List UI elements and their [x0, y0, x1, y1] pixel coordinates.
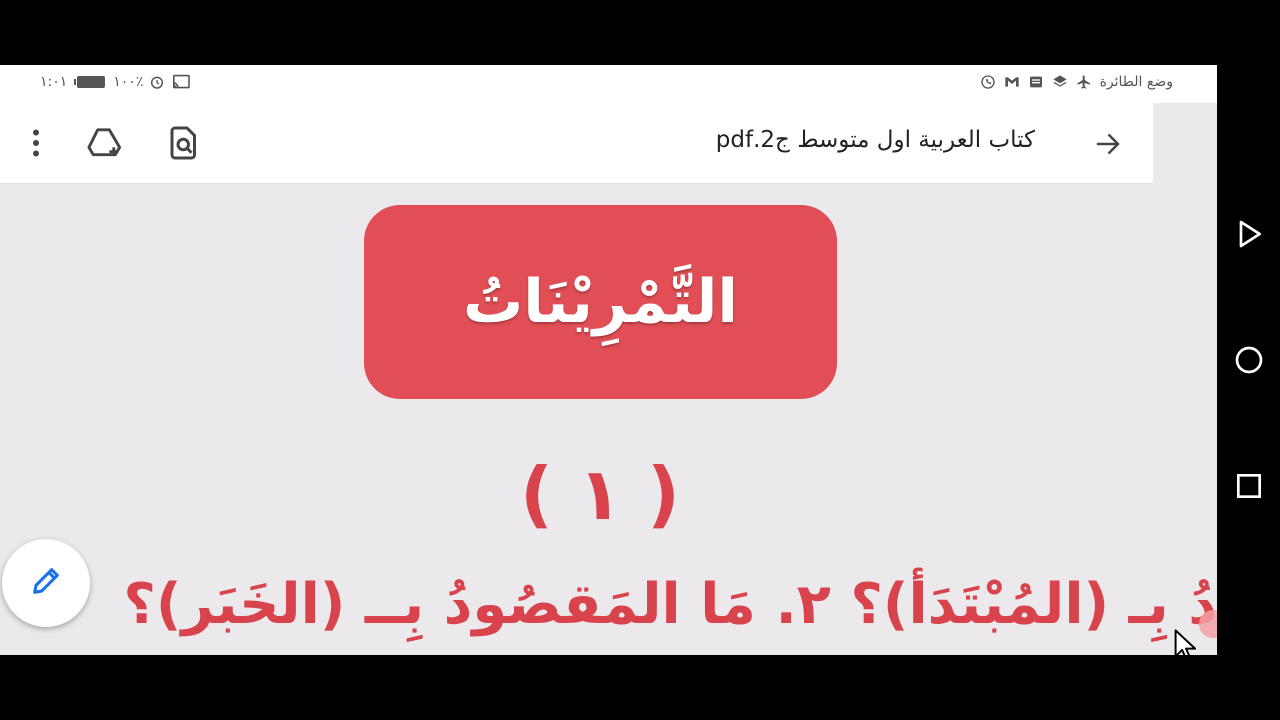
back-triangle-icon[interactable]	[1233, 218, 1265, 250]
edit-fab-button[interactable]	[2, 539, 90, 627]
exercise-number: ( ١ )	[520, 452, 680, 536]
android-nav-bar	[1217, 0, 1280, 720]
status-left-group: ١:٠١ ١٠٠٪	[40, 74, 191, 90]
question-text: دُ بِـ (المُبْتَدَأ)؟ ٢. مَا المَقصُودُ …	[123, 572, 1217, 637]
battery-icon	[73, 74, 107, 90]
alarm-icon	[149, 74, 165, 90]
gmail-icon	[1004, 74, 1020, 90]
exercises-banner: التَّمْرِيْنَاتُ	[364, 205, 837, 399]
battery-percent: ١٠٠٪	[113, 74, 144, 90]
cast-icon	[171, 74, 191, 90]
pdf-viewer-toolbar: كتاب العربية اول متوسط ج2.pdf	[0, 103, 1153, 184]
viber-icon	[980, 74, 996, 90]
airplane-mode-label: وضع الطائرة	[1099, 74, 1173, 90]
news-icon	[1028, 74, 1044, 90]
status-right-group: وضع الطائرة	[980, 74, 1173, 90]
layers-icon	[1052, 74, 1068, 90]
mouse-cursor-icon	[1173, 629, 1199, 655]
recents-square-icon[interactable]	[1233, 470, 1265, 502]
status-bar: وضع الطائرة ١:٠١ ١٠٠٪	[0, 65, 1217, 103]
find-in-page-icon[interactable]	[166, 125, 202, 161]
pencil-icon	[29, 564, 63, 602]
add-to-drive-icon[interactable]	[86, 125, 122, 161]
banner-title: التَّمْرِيْنَاتُ	[463, 267, 738, 337]
clock: ١:٠١	[40, 74, 68, 90]
pdf-page: التَّمْرِيْنَاتُ ( ١ ) دُ بِـ (المُبْتَد…	[0, 184, 1217, 655]
home-circle-icon[interactable]	[1233, 344, 1265, 376]
device-screen: وضع الطائرة ١:٠١ ١٠٠٪ كتاب العربية اول م…	[0, 65, 1217, 655]
airplane-icon	[1076, 74, 1092, 90]
back-arrow-icon[interactable]	[1093, 129, 1123, 159]
more-vert-icon[interactable]	[18, 125, 54, 161]
document-title: كتاب العربية اول متوسط ج2.pdf	[715, 127, 1035, 153]
